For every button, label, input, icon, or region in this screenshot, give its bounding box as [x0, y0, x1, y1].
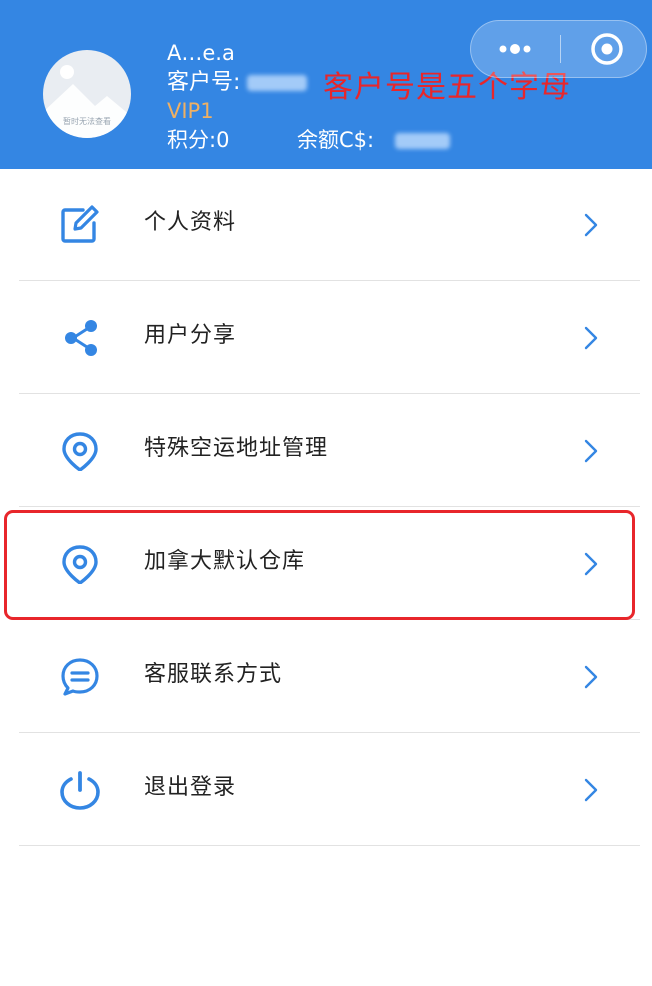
points: 积分:0 [167, 128, 230, 152]
menu-item-label: 个人资料 [144, 210, 237, 235]
vip-level: VIP1 [167, 99, 214, 123]
menu-item-label: 特殊空运地址管理 [144, 436, 329, 461]
chevron-right-icon [584, 439, 598, 463]
chevron-right-icon [584, 213, 598, 237]
customer-id-redacted [247, 75, 308, 91]
balance: 余额C$: [297, 126, 450, 154]
menu-item-air-address[interactable]: 特殊空运地址管理 [19, 395, 640, 507]
edit-icon [61, 205, 99, 243]
chat-bubble-icon [61, 658, 99, 696]
target-circle-icon [591, 33, 623, 65]
share-icon [65, 320, 97, 356]
username-text: A…e.a [167, 41, 235, 65]
chevron-right-icon [584, 665, 598, 689]
username: A…e.a [167, 40, 235, 66]
avatar[interactable]: 暂时无法查看 [43, 50, 131, 138]
close-button[interactable] [561, 21, 647, 77]
menu-item-label: 用户分享 [144, 323, 237, 348]
more-button[interactable] [471, 21, 559, 77]
profile-header: 暂时无法查看 A…e.a 客户号: 客户号是五个字母 VIP1 积分:0 余额C… [0, 0, 652, 169]
customer-id-label: 客户号: [167, 70, 241, 95]
customer-id-row: 客户号: [167, 69, 308, 97]
chevron-right-icon [584, 778, 598, 802]
menu-item-profile[interactable]: 个人资料 [19, 169, 640, 281]
mini-program-capsule [470, 20, 647, 78]
chevron-right-icon [584, 326, 598, 350]
power-icon [60, 771, 100, 810]
annotation-highlight-box [4, 510, 635, 620]
menu-item-customer-service[interactable]: 客服联系方式 [19, 621, 640, 733]
menu-item-logout[interactable]: 退出登录 [19, 734, 640, 846]
balance-label: 余额C$: [297, 128, 375, 152]
balance-redacted [394, 133, 450, 149]
menu-item-share[interactable]: 用户分享 [19, 282, 640, 394]
more-dots-icon [499, 44, 531, 54]
location-pin-icon [62, 432, 98, 471]
menu-item-label: 退出登录 [144, 775, 237, 800]
menu-item-label: 客服联系方式 [144, 662, 283, 687]
avatar-caption: 暂时无法查看 [63, 117, 111, 126]
